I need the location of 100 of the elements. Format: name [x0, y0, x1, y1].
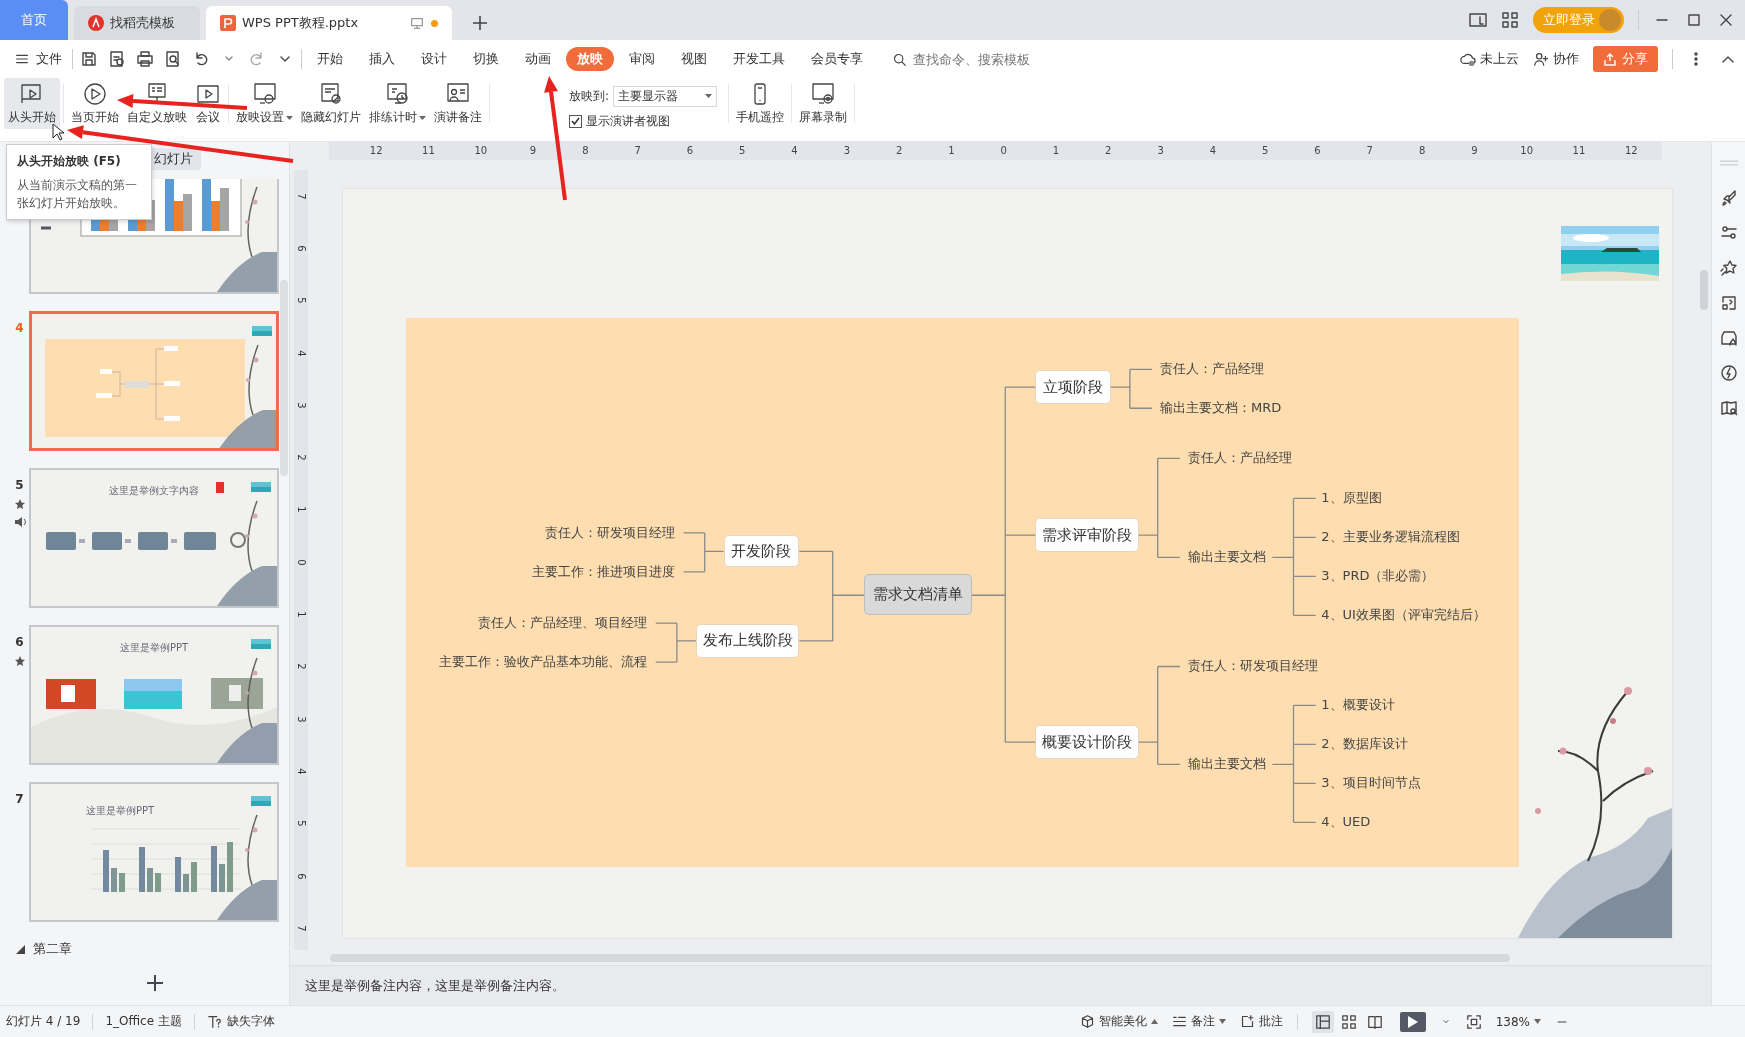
rocket-icon[interactable] [1719, 189, 1738, 207]
lightning-icon[interactable] [1719, 364, 1738, 382]
tab[interactable]: WPS PPT教程.pptx [206, 6, 452, 40]
ribbon-button[interactable]: 屏幕录制 [795, 78, 852, 129]
view-button[interactable] [1311, 1010, 1334, 1033]
play-circle-icon [82, 81, 108, 107]
ruler-number: 6 [295, 245, 307, 252]
mindmap-node: 发布上线阶段 [695, 624, 800, 658]
ribbon-button[interactable]: 演讲备注 [430, 78, 486, 129]
notes-button[interactable]: 备注 [1171, 1013, 1226, 1030]
scrollbar-thumb[interactable] [1700, 270, 1708, 310]
ribbon-button[interactable]: 隐藏幻灯片 [297, 78, 365, 129]
ruler-number: 1 [295, 506, 307, 514]
ruler-number: 3 [842, 144, 851, 158]
cloud-status[interactable]: 未上云 [1460, 50, 1519, 68]
cube-icon [1079, 1014, 1095, 1029]
fit-window-icon[interactable] [1465, 1013, 1482, 1030]
ruler-number: 2 [295, 663, 307, 670]
ribbon-button[interactable]: 当页开始 [67, 78, 123, 129]
star-icon[interactable] [1719, 259, 1738, 277]
beautify-button[interactable]: 智能美化 [1079, 1013, 1158, 1030]
ruler-number: 7 [633, 144, 642, 158]
share-icon [1603, 52, 1617, 66]
expand-triangle-icon[interactable] [16, 944, 25, 954]
caret-icon [705, 93, 713, 99]
ruler-number: 7 [1365, 144, 1374, 158]
normal-view-icon [1314, 1013, 1331, 1030]
checkbox[interactable] [569, 114, 582, 128]
slide-number: 7 [15, 792, 24, 806]
search-field[interactable]: 查找命令、搜索模板 [892, 50, 1051, 68]
tooltip-title: 从头开始放映 (F5) [17, 153, 122, 170]
ribbon-button[interactable]: 会议 [191, 78, 225, 129]
mindmap-node: 需求评审阶段 [1035, 518, 1139, 552]
cloud-icon [1460, 51, 1476, 67]
caret-icon [1218, 1019, 1226, 1024]
ruler-number: 10 [473, 144, 489, 158]
file-menu[interactable]: 文件 [8, 47, 68, 71]
menu-tab[interactable]: 设计 [410, 47, 458, 71]
slide-thumbnail[interactable]: 这里是举例PPT [29, 782, 279, 922]
play-icon [1407, 1015, 1418, 1028]
ruler-number: 5 [295, 297, 307, 304]
font-icon [206, 1013, 223, 1030]
ribbon-button[interactable]: 排练计时 [365, 78, 430, 129]
save-icon[interactable] [80, 50, 98, 68]
add-person-icon [1533, 51, 1549, 67]
monitor-icon[interactable] [409, 15, 425, 31]
mindmap-text: 主要工作：推进项目进度 [531, 562, 675, 581]
menu-tab[interactable]: 动画 [514, 47, 562, 71]
ruler-number: 4 [295, 349, 307, 357]
missing-fonts-button[interactable]: 缺失字体 [206, 1013, 275, 1030]
book-search-icon[interactable] [1719, 399, 1738, 417]
root-node: 需求文档清单 [863, 574, 972, 616]
ruler-number: 3 [1156, 144, 1165, 158]
screen-icon[interactable] [1719, 294, 1738, 312]
maximize-icon[interactable] [1685, 11, 1703, 29]
collaborate-button[interactable]: 协作 [1533, 50, 1579, 68]
sliders-icon[interactable] [1719, 224, 1738, 242]
menu-tab[interactable]: 切换 [462, 47, 510, 71]
mindmap-text: 2、主要业务逻辑流程图 [1321, 528, 1460, 547]
slide-thumbnail[interactable]: 这里是举例文字内容 [29, 468, 279, 608]
apps-grid-icon[interactable] [1501, 11, 1519, 29]
ribbon-button[interactable]: 从头开始 [4, 78, 60, 129]
store-icon[interactable] [1719, 329, 1738, 347]
ribbon-button[interactable]: 放映设置 [232, 78, 297, 129]
comments-button[interactable]: 批注 [1239, 1013, 1283, 1030]
zoom-dropdown[interactable]: 138% [1495, 1014, 1541, 1029]
menu-tab[interactable]: 审阅 [618, 47, 666, 71]
mindmap-text: 4、UED [1321, 813, 1371, 832]
print-preview-icon[interactable] [164, 50, 182, 68]
section-title: 第二章 [33, 940, 72, 958]
ruler-number: 9 [1470, 144, 1479, 158]
menu-tab[interactable]: 会员专享 [800, 47, 874, 71]
slide-number: 4 [15, 321, 24, 335]
ruler-number: 11 [1571, 144, 1587, 158]
mindmap-text: 1、概要设计 [1321, 696, 1395, 715]
mindmap-text: 责任人：产品经理 [1187, 449, 1292, 468]
tab[interactable]: 找稻壳模板 [74, 6, 200, 40]
export-icon[interactable] [108, 50, 126, 68]
ruler-number: 6 [295, 872, 307, 880]
field-label: 放映到: [569, 87, 610, 105]
slide-number: 6 [15, 635, 24, 649]
slide-thumbnail[interactable]: 这里是举例PPT [29, 625, 279, 765]
menu-tab[interactable]: 开发工具 [722, 47, 796, 71]
slideshow-play-button[interactable] [1399, 1011, 1426, 1032]
print-icon[interactable] [136, 50, 154, 68]
ribbon-button[interactable]: 手机遥控 [732, 78, 789, 129]
scrollbar-thumb[interactable] [280, 280, 288, 476]
display-dropdown[interactable]: 主要显示器 [613, 85, 718, 107]
theme-name[interactable]: 1_Office 主题 [105, 1013, 182, 1030]
menu-tab[interactable]: 开始 [306, 47, 354, 71]
tablet-mode-icon[interactable] [1469, 11, 1487, 29]
slide-title: 这里是举例文字内容 [108, 484, 200, 498]
menu-tab[interactable]: 视图 [670, 47, 718, 71]
mindmap-node: 立项阶段 [1035, 370, 1111, 404]
ribbon-button[interactable]: 自定义放映 [123, 78, 191, 129]
mindmap-text: 主要工作：验收产品基本功能、流程 [438, 653, 647, 671]
menu-tab[interactable]: 插入 [358, 47, 406, 71]
ruler-number: 3 [295, 402, 307, 409]
tooltip-text: 从当前演示文稿的第一张幻灯片开始放映。 [17, 177, 138, 212]
ruler-number: 5 [1261, 144, 1270, 158]
